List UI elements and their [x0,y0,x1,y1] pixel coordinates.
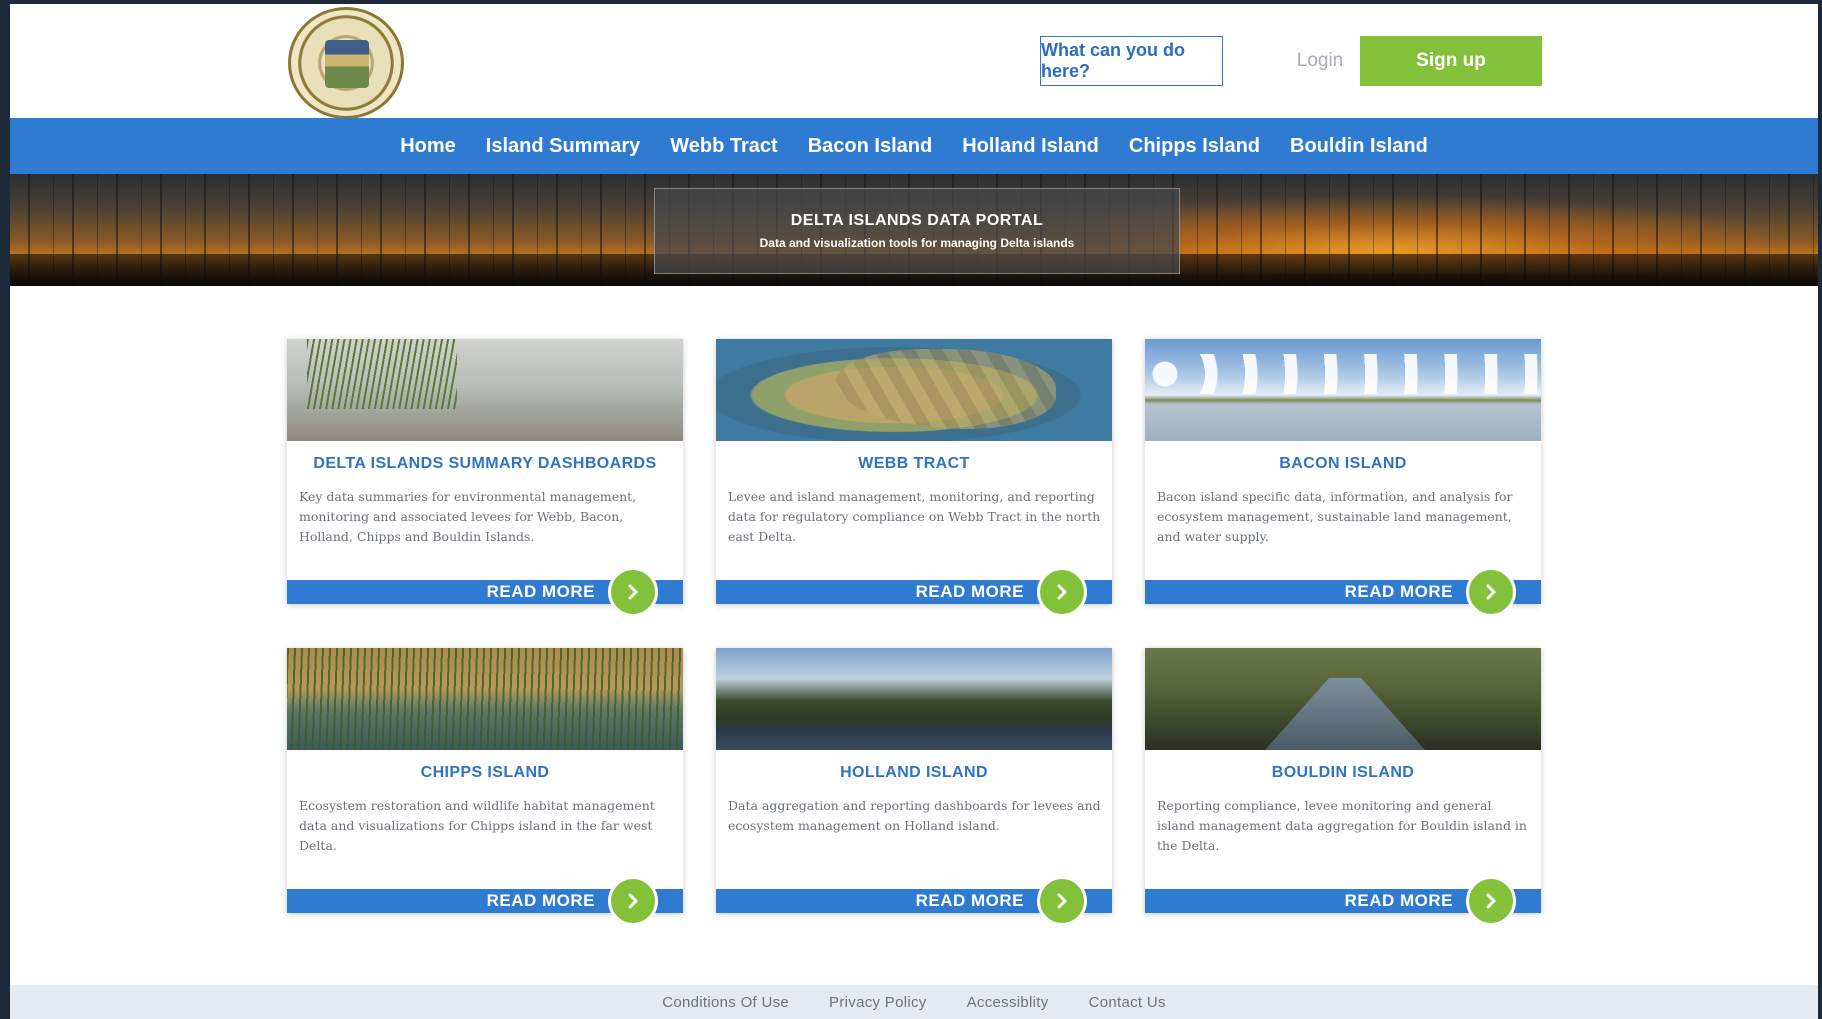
read-more-link[interactable]: READ MORE [916,888,1024,914]
page: What can you do here? Login Sign up Home… [10,4,1818,1019]
card-image [716,339,1112,441]
hero-subtitle: Data and visualization tools for managin… [759,236,1075,250]
card-summary-dashboards[interactable]: DELTA ISLANDS SUMMARY DASHBOARDS Key dat… [287,339,683,617]
card-title: BACON ISLAND [1279,455,1407,472]
main-nav: Home Island Summary Webb Tract Bacon Isl… [10,118,1818,174]
nav-item-home[interactable]: Home [400,135,456,158]
hero-title: DELTA ISLANDS DATA PORTAL [790,212,1044,229]
card-description: Reporting compliance, levee monitoring a… [1157,798,1527,853]
nav-item-chipps-island[interactable]: Chipps Island [1129,135,1260,158]
card-bacon-island[interactable]: BACON ISLAND Bacon island specific data,… [1145,339,1541,617]
nav-item-bacon-island[interactable]: Bacon Island [808,135,932,158]
read-more-link[interactable]: READ MORE [1345,579,1453,605]
card-title: DELTA ISLANDS SUMMARY DASHBOARDS [313,455,657,472]
card-image [287,648,683,750]
district-seal-logo[interactable] [288,7,404,119]
card-holland-island[interactable]: HOLLAND ISLAND Data aggregation and repo… [716,648,1112,926]
card-chipps-island[interactable]: CHIPPS ISLAND Ecosystem restoration and … [287,648,683,926]
card-description: Bacon island specific data, information,… [1157,489,1513,544]
chevron-right-icon[interactable] [1037,567,1087,617]
chevron-right-icon[interactable] [1466,876,1516,926]
card-bouldin-island[interactable]: BOULDIN ISLAND Reporting compliance, lev… [1145,648,1541,926]
card-title: BOULDIN ISLAND [1271,764,1415,781]
footer-link-accessibility[interactable]: Accessiblity [967,994,1049,1011]
chevron-right-icon[interactable] [608,567,658,617]
card-webb-tract[interactable]: WEBB TRACT Levee and island management, … [716,339,1112,617]
footer-link-privacy[interactable]: Privacy Policy [829,994,927,1011]
hero-title-box: DELTA ISLANDS DATA PORTAL Data and visua… [654,188,1180,274]
site-header: What can you do here? Login Sign up [10,4,1818,119]
card-title: WEBB TRACT [858,455,970,472]
card-title: HOLLAND ISLAND [840,764,988,781]
signup-button[interactable]: Sign up [1360,36,1542,86]
seal-emblem [325,40,369,88]
footer-link-contact[interactable]: Contact Us [1089,994,1166,1011]
card-description: Ecosystem restoration and wildlife habit… [299,798,655,853]
card-image [287,339,683,441]
card-description: Levee and island management, monitoring,… [728,489,1101,544]
footer-link-conditions[interactable]: Conditions Of Use [662,994,789,1011]
read-more-link[interactable]: READ MORE [916,579,1024,605]
card-image [1145,339,1541,441]
nav-item-webb-tract[interactable]: Webb Tract [670,135,777,158]
chevron-right-icon[interactable] [1466,567,1516,617]
read-more-link[interactable]: READ MORE [487,888,595,914]
card-description: Key data summaries for environmental man… [299,489,637,544]
card-image [1145,648,1541,750]
login-link[interactable]: Login [1285,36,1355,86]
hero-banner: DELTA ISLANDS DATA PORTAL Data and visua… [10,174,1818,286]
card-description: Data aggregation and reporting dashboard… [728,798,1101,833]
nav-item-holland-island[interactable]: Holland Island [962,135,1099,158]
read-more-link[interactable]: READ MORE [487,579,595,605]
nav-item-bouldin-island[interactable]: Bouldin Island [1290,135,1428,158]
chevron-right-icon[interactable] [608,876,658,926]
read-more-link[interactable]: READ MORE [1345,888,1453,914]
chevron-right-icon[interactable] [1037,876,1087,926]
nav-item-island-summary[interactable]: Island Summary [486,135,641,158]
site-footer: Conditions Of Use Privacy Policy Accessi… [10,985,1818,1019]
what-can-you-do-button[interactable]: What can you do here? [1040,36,1223,86]
card-title: CHIPPS ISLAND [420,764,550,781]
card-image [716,648,1112,750]
